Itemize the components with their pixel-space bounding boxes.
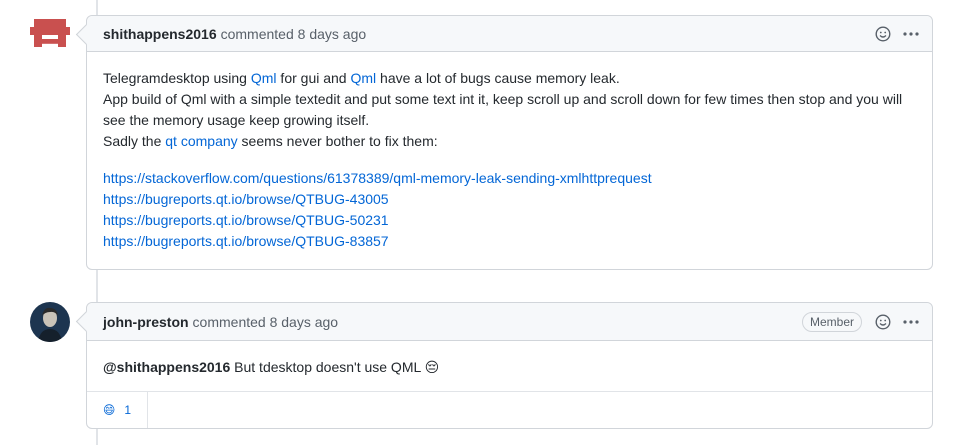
smiley-icon[interactable]: [874, 25, 892, 43]
comment-1: shithappens2016 commented 8 days ago Tel…: [75, 15, 933, 270]
header-actions: [874, 16, 920, 51]
pensive-emoji: 😔: [424, 359, 440, 375]
bugreport-link[interactable]: https://bugreports.qt.io/browse/QTBUG-43…: [103, 189, 916, 210]
body-line-3: Sadly the qt company seems never bother …: [103, 131, 916, 152]
avatar[interactable]: [30, 302, 70, 342]
smile-emoji: 😄: [102, 403, 116, 417]
text: Sadly the: [103, 133, 166, 149]
qml-link-1[interactable]: Qml: [251, 70, 277, 86]
comment-author[interactable]: john-preston: [103, 314, 189, 330]
text: for gui and: [276, 70, 351, 86]
bugreport-link[interactable]: https://bugreports.qt.io/browse/QTBUG-50…: [103, 210, 916, 231]
comment-2: john-preston commented 8 days ago Member…: [75, 302, 933, 429]
text: seems never bother to fix them:: [237, 133, 438, 149]
body-line-2: App build of Qml with a simple textedit …: [103, 91, 903, 128]
identicon-avatar: [30, 19, 70, 47]
avatar[interactable]: [30, 15, 70, 55]
stackoverflow-link[interactable]: https://stackoverflow.com/questions/6137…: [103, 168, 916, 189]
comment-timestamp[interactable]: commented 8 days ago: [221, 26, 367, 42]
qml-link-2[interactable]: Qml: [350, 70, 376, 86]
body-line: @shithappens2016 But tdesktop doesn't us…: [103, 357, 916, 378]
user-photo-avatar: [30, 302, 70, 342]
smiley-icon[interactable]: [874, 313, 892, 331]
header-actions: Member: [801, 303, 920, 340]
comment-timestamp[interactable]: commented 8 days ago: [193, 314, 339, 330]
reactions-bar: 😄 1: [87, 391, 932, 428]
reaction-button[interactable]: 😄 1: [87, 392, 148, 428]
body-line-1: Telegramdesktop using Qml for gui and Qm…: [103, 68, 916, 89]
kebab-icon[interactable]: [902, 25, 920, 43]
text: have a lot of bugs cause memory leak.: [376, 70, 620, 86]
qt-company-link[interactable]: qt company: [165, 133, 237, 149]
link-list: https://stackoverflow.com/questions/6137…: [103, 168, 916, 252]
text: Telegramdesktop using: [103, 70, 251, 86]
reaction-count: 1: [124, 403, 132, 417]
text: But tdesktop doesn't use QML: [230, 359, 425, 375]
user-mention[interactable]: @shithappens2016: [103, 359, 230, 375]
comment-header: shithappens2016 commented 8 days ago: [87, 16, 932, 52]
comment-body: Telegramdesktop using Qml for gui and Qm…: [87, 52, 932, 252]
bugreport-link[interactable]: https://bugreports.qt.io/browse/QTBUG-83…: [103, 231, 916, 252]
kebab-icon[interactable]: [902, 313, 920, 331]
member-badge: Member: [801, 311, 862, 332]
comment-author[interactable]: shithappens2016: [103, 26, 217, 42]
comment-body: @shithappens2016 But tdesktop doesn't us…: [87, 341, 932, 378]
comment-header: john-preston commented 8 days ago Member: [87, 303, 932, 341]
